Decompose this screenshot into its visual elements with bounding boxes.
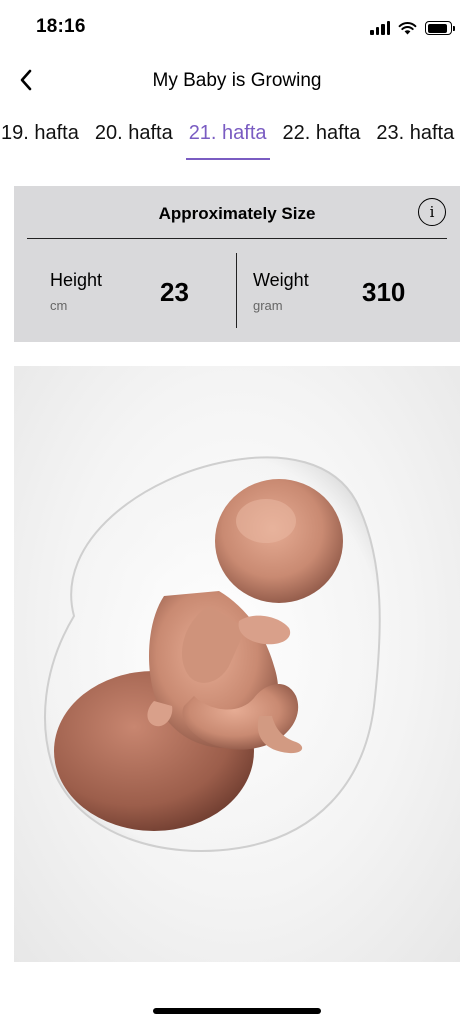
tab-week-19[interactable]: 19. hafta — [0, 116, 87, 162]
weight-value: 310 — [362, 277, 406, 307]
status-time: 18:16 — [36, 16, 86, 37]
page-title: My Baby is Growing — [152, 70, 322, 91]
card-divider — [27, 238, 447, 239]
size-card: Approximately Size i Height cm 23 Weight… — [14, 186, 460, 342]
navigation-bar: My Baby is Growing — [0, 56, 474, 106]
tab-week-20[interactable]: 20. hafta — [87, 116, 181, 162]
weight-unit: gram — [253, 298, 283, 313]
battery-icon — [425, 21, 455, 35]
size-card-title: Approximately Size — [158, 204, 316, 223]
weight-label: Weight — [253, 270, 309, 290]
status-bar: 18:16 — [0, 0, 474, 56]
column-divider — [236, 253, 238, 328]
tab-week-23[interactable]: 23. hafta — [368, 116, 462, 162]
tab-week-22[interactable]: 22. hafta — [275, 116, 369, 162]
height-label: Height — [50, 270, 103, 290]
info-icon[interactable]: i — [418, 198, 446, 226]
height-value: 23 — [160, 277, 189, 307]
baby-illustration-panel — [14, 366, 460, 962]
status-icons — [370, 18, 455, 38]
fetus-illustration — [44, 456, 381, 852]
wifi-icon — [398, 22, 417, 35]
tab-week-21[interactable]: 21. hafta — [181, 116, 275, 162]
week-tabs[interactable]: 19. hafta 20. hafta 21. hafta 22. hafta … — [0, 116, 474, 164]
height-unit: cm — [50, 298, 68, 313]
home-indicator[interactable] — [153, 1008, 321, 1014]
cellular-signal-icon — [370, 21, 390, 35]
